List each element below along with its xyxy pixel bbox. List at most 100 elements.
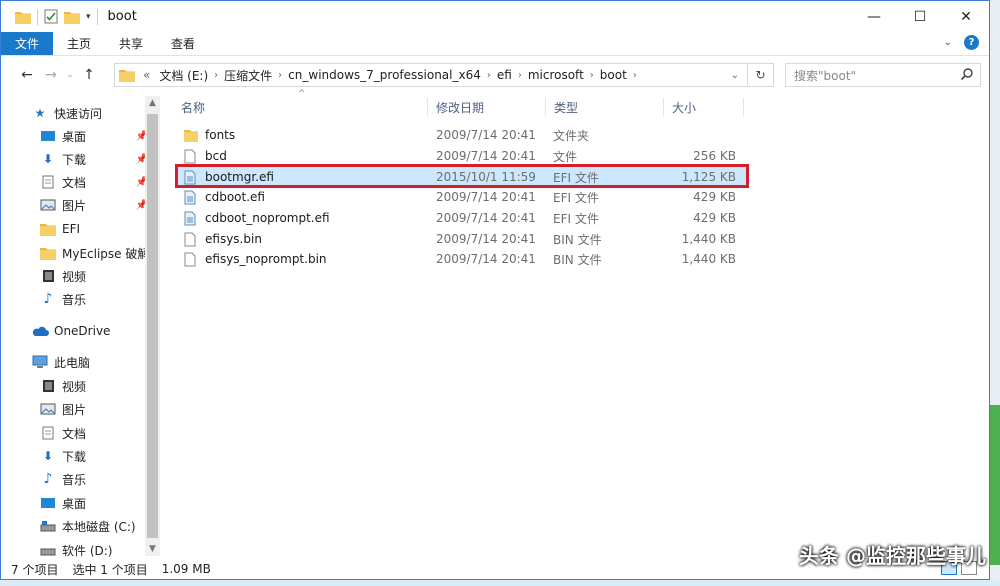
background-edge-accent (990, 405, 1000, 565)
folder-icon (184, 129, 198, 142)
tab-file[interactable]: 文件 (1, 32, 54, 55)
efi-file-icon (184, 190, 198, 205)
video-icon (39, 269, 57, 283)
desktop-icon (39, 130, 57, 142)
file-row-selected[interactable]: bootmgr.efi 2015/10/1 11:59 EFI 文件 1,125… (176, 167, 746, 187)
nav-pc-music[interactable]: ♪ 音乐 (39, 468, 86, 490)
nav-drive-d[interactable]: 软件 (D:) (39, 539, 112, 561)
breadcrumb-boot[interactable]: boot (594, 68, 633, 82)
efi-file-icon (184, 211, 198, 226)
file-row[interactable]: cdboot_noprompt.efi 2009/7/14 20:41 EFI … (176, 208, 746, 228)
forward-icon[interactable]: → (39, 67, 63, 83)
breadcrumb-cn-windows[interactable]: cn_windows_7_professional_x64 (282, 68, 487, 82)
breadcrumb-efi[interactable]: efi (491, 68, 518, 82)
file-type: BIN 文件 (553, 232, 602, 247)
file-date: 2015/10/1 11:59 (436, 170, 536, 184)
navigation-buttons: ← → ⌄ ↑ (1, 67, 101, 83)
file-icon (184, 252, 198, 267)
search-icon[interactable] (960, 67, 974, 81)
properties-icon[interactable] (44, 9, 58, 24)
efi-file-icon (184, 170, 198, 185)
watermark: 头条 @监控那些事儿 (799, 544, 986, 568)
column-header-size[interactable]: 大小 (664, 96, 696, 118)
file-name: cdboot_noprompt.efi (205, 211, 330, 225)
file-size: 256 KB (693, 149, 736, 163)
scroll-up-icon[interactable]: ▲ (145, 96, 160, 110)
drive-icon (39, 544, 57, 556)
document-icon (39, 175, 57, 189)
selection-size: 1.09 MB (161, 562, 211, 576)
expand-ribbon-icon[interactable]: ⌄ (944, 37, 952, 48)
desktop-icon (39, 497, 57, 509)
nav-efi[interactable]: EFI (39, 218, 80, 240)
nav-quick-access[interactable]: ★ 快速访问 (31, 102, 102, 124)
chevron-down-icon[interactable]: ⌄ (727, 64, 743, 86)
file-row[interactable]: cdboot.efi 2009/7/14 20:41 EFI 文件 429 KB (176, 187, 746, 207)
tab-share[interactable]: 共享 (105, 32, 157, 55)
recent-locations-icon[interactable]: ⌄ (63, 70, 77, 80)
file-date: 2009/7/14 20:41 (436, 149, 536, 163)
computer-icon (31, 355, 49, 369)
nav-pc-downloads[interactable]: ⬇ 下载 (39, 445, 86, 467)
column-header-date[interactable]: 修改日期 (428, 96, 484, 118)
up-icon[interactable]: ↑ (77, 67, 101, 83)
column-header-type[interactable]: 类型 (546, 96, 578, 118)
picture-icon (39, 403, 57, 415)
help-icon[interactable]: ? (964, 35, 979, 50)
minimize-button[interactable]: — (851, 1, 897, 32)
breadcrumb-overflow[interactable]: « (135, 68, 153, 82)
refresh-icon[interactable]: ↻ (747, 64, 773, 86)
file-row[interactable]: bcd 2009/7/14 20:41 文件 256 KB (176, 146, 746, 166)
file-row[interactable]: efisys.bin 2009/7/14 20:41 BIN 文件 1,440 … (176, 229, 746, 249)
breadcrumb-drive-e[interactable]: 文档 (E:) (153, 67, 214, 84)
nav-pc-documents[interactable]: 文档 (39, 422, 86, 444)
file-size: 1,125 KB (681, 170, 736, 184)
nav-this-pc[interactable]: 此电脑 (31, 351, 90, 373)
window-controls: — ☐ ✕ (851, 1, 989, 32)
file-size: 1,440 KB (681, 252, 736, 266)
nav-onedrive[interactable]: OneDrive (31, 320, 110, 342)
customize-toolbar-icon[interactable]: ▾ (86, 12, 91, 22)
file-date: 2009/7/14 20:41 (436, 211, 536, 225)
breadcrumb-microsoft[interactable]: microsoft (522, 68, 590, 82)
nav-pc-desktop[interactable]: 桌面 (39, 492, 86, 514)
breadcrumb-compressed[interactable]: 压缩文件 (218, 67, 278, 84)
file-type: EFI 文件 (553, 211, 599, 226)
file-size: 429 KB (693, 190, 736, 204)
nav-drive-c[interactable]: 本地磁盘 (C:) (39, 515, 136, 537)
tab-view[interactable]: 查看 (157, 32, 209, 55)
background-strip (0, 580, 1000, 586)
nav-videos[interactable]: 视频 (39, 265, 86, 287)
folder-icon[interactable] (15, 10, 31, 24)
maximize-button[interactable]: ☐ (897, 1, 943, 32)
column-separator[interactable] (743, 98, 744, 116)
nav-pc-pictures[interactable]: 图片 (39, 398, 86, 420)
search-input[interactable]: 搜索"boot" (785, 63, 981, 87)
download-icon: ⬇ (42, 152, 54, 166)
new-folder-icon[interactable] (64, 10, 80, 24)
video-icon (39, 379, 57, 393)
file-name: bootmgr.efi (205, 170, 274, 184)
window-title: boot (107, 9, 137, 24)
close-button[interactable]: ✕ (943, 1, 989, 32)
tab-home[interactable]: 主页 (53, 32, 105, 55)
scroll-down-icon[interactable]: ▼ (145, 542, 160, 556)
file-name: fonts (205, 128, 236, 142)
chevron-right-icon[interactable]: › (633, 70, 637, 81)
ribbon-right-controls: ⌄ ? (944, 35, 979, 50)
nav-music[interactable]: ♪ 音乐 (39, 288, 86, 310)
nav-pc-videos[interactable]: 视频 (39, 375, 86, 397)
navigation-pane: ★ 快速访问 桌面 📌 ⬇ 下载 📌 文档 📌 图片 📌 EFI MyEclipse 破解 … (21, 96, 161, 558)
nav-pane-scrollbar[interactable]: ▲ ▼ (145, 96, 160, 556)
file-row[interactable]: efisys_noprompt.bin 2009/7/14 20:41 BIN … (176, 249, 746, 269)
column-headers: 名称 修改日期 类型 大小 (173, 96, 748, 118)
back-icon[interactable]: ← (15, 67, 39, 83)
nav-myeclipse[interactable]: MyEclipse 破解 (39, 242, 149, 264)
scrollbar-thumb[interactable] (147, 114, 158, 538)
column-header-name[interactable]: 名称 (173, 96, 205, 118)
address-bar[interactable]: « 文档 (E:) › 压缩文件 › cn_windows_7_professi… (114, 63, 774, 87)
selection-count: 选中 1 个项目 (72, 562, 148, 577)
item-count: 7 个项目 (11, 562, 59, 577)
file-type: BIN 文件 (553, 252, 602, 267)
file-row[interactable]: fonts 2009/7/14 20:41 文件夹 (176, 125, 746, 145)
